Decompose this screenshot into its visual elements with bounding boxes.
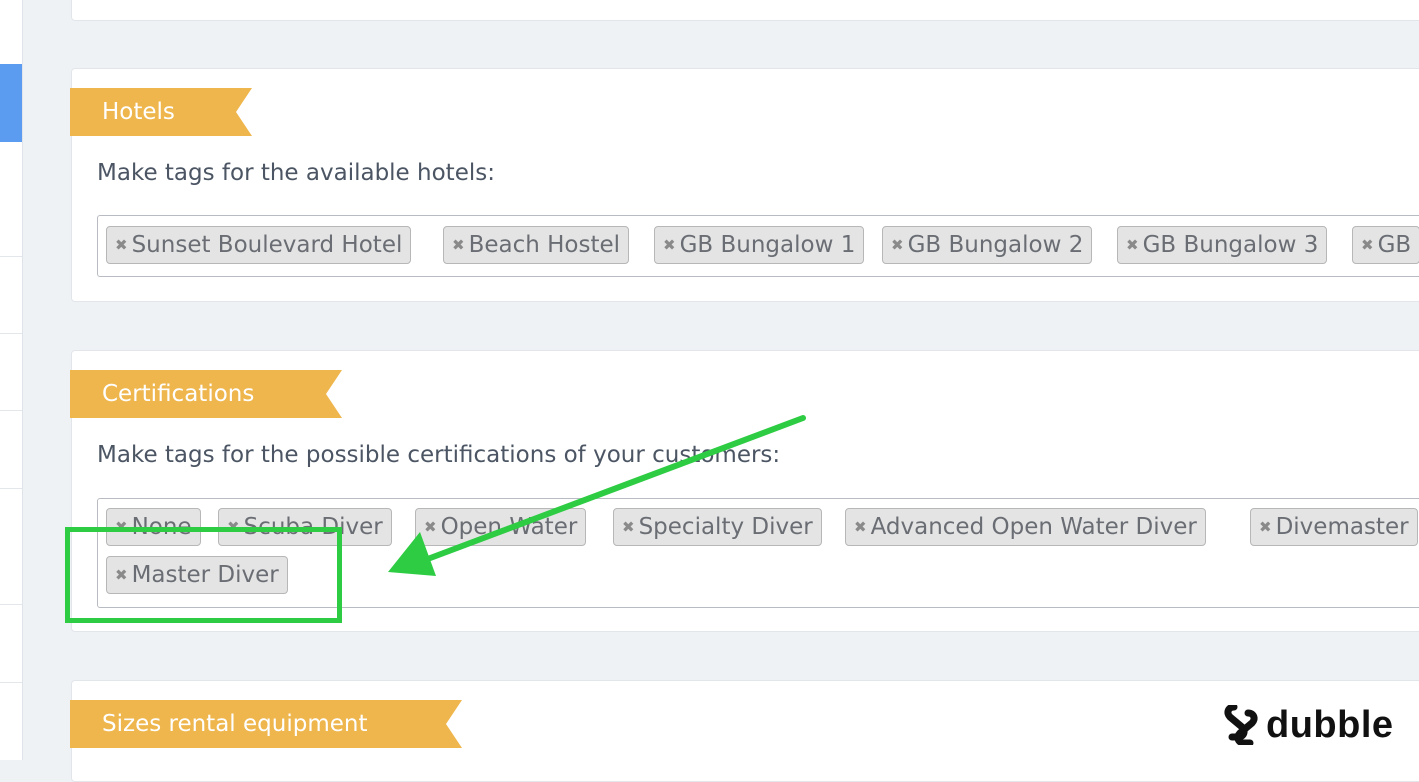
dubble-logo-text: dubble xyxy=(1266,703,1394,746)
sidebar-active-item[interactable] xyxy=(0,64,22,142)
certification-tag: ✖ Specialty Diver xyxy=(613,508,822,546)
remove-tag-icon[interactable]: ✖ xyxy=(115,566,128,584)
remove-tag-icon[interactable]: ✖ xyxy=(891,236,904,254)
certification-tag-highlighted: ✖ Master Diver xyxy=(106,556,288,594)
hotels-description: Make tags for the available hotels: xyxy=(97,160,495,186)
sidebar-divider xyxy=(0,333,22,334)
hotel-tag: ✖ GB Bungalow 1 xyxy=(654,226,865,264)
hotel-tag: ✖ GB Bungalow 2 xyxy=(882,226,1093,264)
hotel-tag: ✖ GB xyxy=(1352,226,1419,264)
hotel-tag: ✖ Beach Hostel xyxy=(443,226,630,264)
dubble-logo-icon xyxy=(1224,705,1258,745)
remove-tag-icon[interactable]: ✖ xyxy=(663,236,676,254)
remove-tag-icon[interactable]: ✖ xyxy=(452,236,465,254)
sidebar-divider xyxy=(0,410,22,411)
certification-tag: ✖ None xyxy=(106,508,201,546)
remove-tag-icon[interactable]: ✖ xyxy=(227,518,240,536)
certification-tag: ✖ Scuba Diver xyxy=(218,508,392,546)
remove-tag-icon[interactable]: ✖ xyxy=(854,518,867,536)
sizes-section-title: Sizes rental equipment xyxy=(70,700,462,748)
remove-tag-icon[interactable]: ✖ xyxy=(1361,236,1374,254)
remove-tag-icon[interactable]: ✖ xyxy=(622,518,635,536)
certifications-card: Certifications Make tags for the possibl… xyxy=(71,350,1419,632)
remove-tag-icon[interactable]: ✖ xyxy=(115,236,128,254)
remove-tag-icon[interactable]: ✖ xyxy=(115,518,128,536)
hotel-tag: ✖ GB Bungalow 3 xyxy=(1117,226,1328,264)
certifications-tag-input[interactable]: ✖ None ✖ Scuba Diver ✖ Open Water ✖ Specialt… xyxy=(97,498,1419,608)
remove-tag-icon[interactable]: ✖ xyxy=(1259,518,1272,536)
remove-tag-icon[interactable]: ✖ xyxy=(1126,236,1139,254)
certification-tag: ✖ Open Water xyxy=(415,508,587,546)
certification-tag: ✖ Divemaster xyxy=(1250,508,1418,546)
sidebar-divider xyxy=(0,604,22,605)
hotels-card: Hotels Make tags for the available hotel… xyxy=(71,68,1419,302)
hotel-tag: ✖ Sunset Boulevard Hotel xyxy=(106,226,412,264)
sidebar-divider xyxy=(0,256,22,257)
remove-tag-icon[interactable]: ✖ xyxy=(424,518,437,536)
certifications-description: Make tags for the possible certification… xyxy=(97,442,781,468)
sidebar xyxy=(0,0,23,760)
hotels-section-title: Hotels xyxy=(70,88,252,136)
sidebar-divider xyxy=(0,488,22,489)
certification-tag: ✖ Advanced Open Water Diver xyxy=(845,508,1206,546)
hotels-tag-input[interactable]: ✖ Sunset Boulevard Hotel ✖ Beach Hostel ✖ G… xyxy=(97,215,1419,277)
certifications-section-title: Certifications xyxy=(70,370,342,418)
dubble-logo: dubble xyxy=(1224,700,1394,750)
sidebar-divider xyxy=(0,682,22,683)
sizes-rental-card: Sizes rental equipment xyxy=(71,680,1419,782)
previous-card xyxy=(71,0,1419,21)
